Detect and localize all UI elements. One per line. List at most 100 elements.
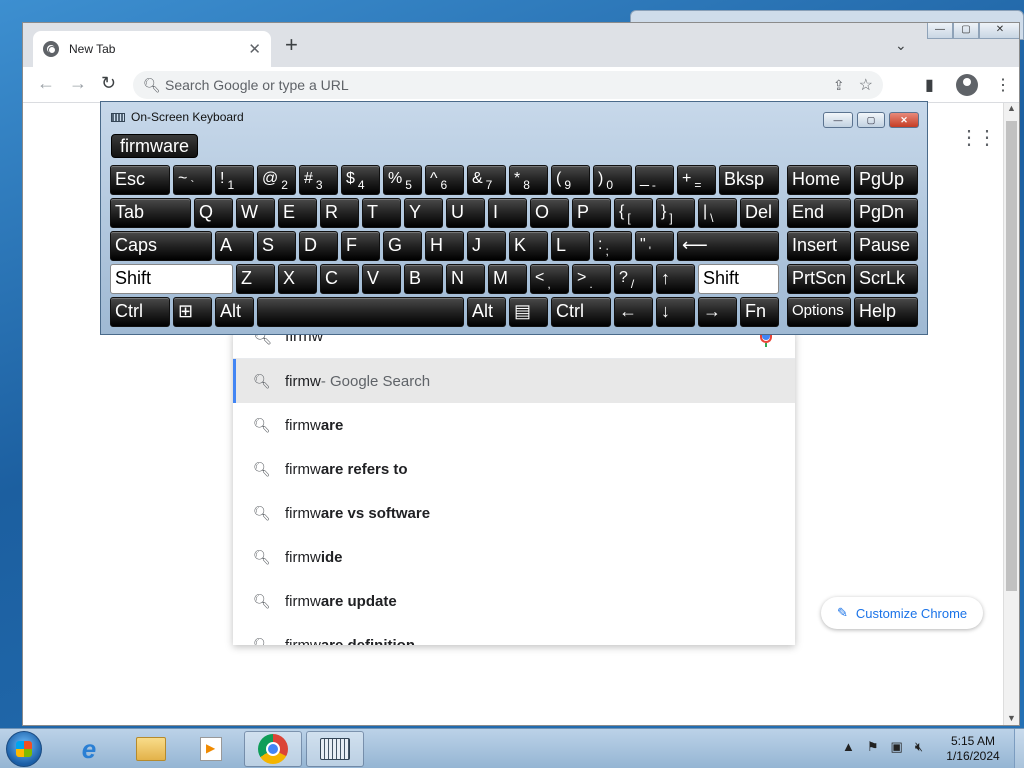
menu-kebab-icon[interactable]: ⋮ <box>995 75 1011 95</box>
taskbar-file-explorer[interactable] <box>122 731 180 767</box>
key-2[interactable]: @2 <box>257 165 296 195</box>
scroll-down-icon[interactable]: ▼ <box>1004 713 1019 723</box>
key-pgup[interactable]: PgUp <box>854 165 918 195</box>
key-row2-11[interactable]: }] <box>656 198 695 228</box>
key-row3-6[interactable]: J <box>467 231 506 261</box>
key-esc[interactable]: Esc <box>110 165 170 195</box>
key-row3-9[interactable]: :; <box>593 231 632 261</box>
close-window-button[interactable]: ✕ <box>979 23 1019 39</box>
suggestion-item[interactable]: 🔍︎ firmw are update <box>233 579 795 623</box>
share-icon[interactable]: ⇪ <box>833 77 845 94</box>
key-arrow-down[interactable]: ↓ <box>656 297 695 327</box>
key-help[interactable]: Help <box>854 297 918 327</box>
key-pause[interactable]: Pause <box>854 231 918 261</box>
profile-avatar[interactable] <box>956 74 978 96</box>
key-12[interactable]: + = <box>677 165 716 195</box>
key-pgdn[interactable]: PgDn <box>854 198 918 228</box>
maximize-button[interactable]: ▢ <box>953 23 979 39</box>
key-row3-4[interactable]: G <box>383 231 422 261</box>
key-row3-0[interactable]: A <box>215 231 254 261</box>
key-row4-8[interactable]: >. <box>572 264 611 294</box>
key-10[interactable]: ) 0 <box>593 165 632 195</box>
key-11[interactable]: _ - <box>635 165 674 195</box>
taskbar-internet-explorer[interactable]: e <box>60 731 118 767</box>
key-row2-6[interactable]: U <box>446 198 485 228</box>
key-row2-10[interactable]: {[ <box>614 198 653 228</box>
action-center-icon[interactable]: ⚑ <box>867 739 879 755</box>
key-row4-3[interactable]: V <box>362 264 401 294</box>
key-prtscn[interactable]: PrtScn <box>787 264 851 294</box>
key-row4-2[interactable]: C <box>320 264 359 294</box>
reload-icon[interactable]: ↻ <box>101 73 116 94</box>
osk-minimize-button[interactable]: — <box>823 112 853 128</box>
key-del[interactable]: Del <box>740 198 779 228</box>
osk-restore-button[interactable]: ▢ <box>857 112 885 128</box>
key-5[interactable]: % 5 <box>383 165 422 195</box>
key-row4-7[interactable]: <, <box>530 264 569 294</box>
tab-search-icon[interactable]: ⌄ <box>895 37 907 54</box>
osk-title-bar[interactable]: On-Screen Keyboard <box>111 110 244 124</box>
suggestion-item[interactable]: 🔍︎ firmw ide <box>233 535 795 579</box>
key-insert[interactable]: Insert <box>787 231 851 261</box>
show-desktop-button[interactable] <box>1014 729 1024 768</box>
key-options[interactable]: Options <box>787 297 851 327</box>
omnibox[interactable]: 🔍︎ Search Google or type a URL ⇪ ☆ <box>133 71 883 99</box>
key-caps[interactable]: Caps <box>110 231 212 261</box>
osk-close-button[interactable]: ✕ <box>889 112 919 128</box>
key-7[interactable]: & 7 <box>467 165 506 195</box>
key-alt-left[interactable]: Alt <box>215 297 254 327</box>
taskbar-chrome[interactable] <box>244 731 302 767</box>
suggestion-item[interactable]: 🔍︎ firmw are definition <box>233 623 795 646</box>
key-menu[interactable]: ▤ <box>509 297 548 327</box>
key-row2-12[interactable]: | \ <box>698 198 737 228</box>
suggestion-item[interactable]: 🔍︎ firmw - Google Search <box>233 359 795 403</box>
key-arrow-right[interactable]: → <box>698 297 737 327</box>
key-end[interactable]: End <box>787 198 851 228</box>
key-ctrl-right[interactable]: Ctrl <box>551 297 611 327</box>
key-row3-8[interactable]: L <box>551 231 590 261</box>
key-9[interactable]: (9 <box>551 165 590 195</box>
taskbar-on-screen-keyboard[interactable] <box>306 731 364 767</box>
suggestion-item[interactable]: 🔍︎ firmw are vs software <box>233 491 795 535</box>
key-row2-1[interactable]: W <box>236 198 275 228</box>
key-row2-8[interactable]: O <box>530 198 569 228</box>
key-row4-1[interactable]: X <box>278 264 317 294</box>
key-tab[interactable]: Tab <box>110 198 191 228</box>
key-row4-6[interactable]: M <box>488 264 527 294</box>
key-1[interactable]: ! 1 <box>215 165 254 195</box>
osk-prediction[interactable]: firmware <box>111 134 199 158</box>
customize-chrome-button[interactable]: ✎ Customize Chrome <box>821 597 984 629</box>
minimize-button[interactable]: — <box>927 23 953 39</box>
key-row4-0[interactable]: Z <box>236 264 275 294</box>
side-panel-icon[interactable]: ▮ <box>925 75 934 95</box>
key-row3-1[interactable]: S <box>257 231 296 261</box>
taskbar-media-player[interactable] <box>182 731 240 767</box>
key-arrow-left[interactable]: ← <box>614 297 653 327</box>
bookmark-star-icon[interactable]: ☆ <box>859 75 873 95</box>
key-row3-3[interactable]: F <box>341 231 380 261</box>
key-home[interactable]: Home <box>787 165 851 195</box>
key-row4-9[interactable]: ? / <box>614 264 653 294</box>
key-arrow-up[interactable]: ↑ <box>656 264 695 294</box>
key-4[interactable]: $4 <box>341 165 380 195</box>
back-icon[interactable]: ← <box>37 73 55 94</box>
key-row2-3[interactable]: R <box>320 198 359 228</box>
key-6[interactable]: ^ 6 <box>425 165 464 195</box>
key-enter[interactable]: ⟵ <box>677 231 779 261</box>
start-button[interactable] <box>6 731 42 767</box>
key-shift-right[interactable]: Shift <box>698 264 779 294</box>
show-hidden-icons-icon[interactable]: ▲ <box>842 739 855 755</box>
key-windows[interactable]: ⊞ <box>173 297 212 327</box>
key-row4-4[interactable]: B <box>404 264 443 294</box>
network-icon[interactable]: ▣ <box>891 739 903 755</box>
key-row2-5[interactable]: Y <box>404 198 443 228</box>
new-tab-button[interactable]: + <box>285 34 298 56</box>
scroll-thumb[interactable] <box>1006 121 1017 591</box>
key-row2-7[interactable]: I <box>488 198 527 228</box>
key-fn[interactable]: Fn <box>740 297 779 327</box>
tab-close-icon[interactable]: ✕ <box>248 40 261 58</box>
key-shift-left[interactable]: Shift <box>110 264 233 294</box>
key-scrlk[interactable]: ScrLk <box>854 264 918 294</box>
forward-icon[interactable]: → <box>69 73 87 94</box>
key-0[interactable]: ~ ` <box>173 165 212 195</box>
